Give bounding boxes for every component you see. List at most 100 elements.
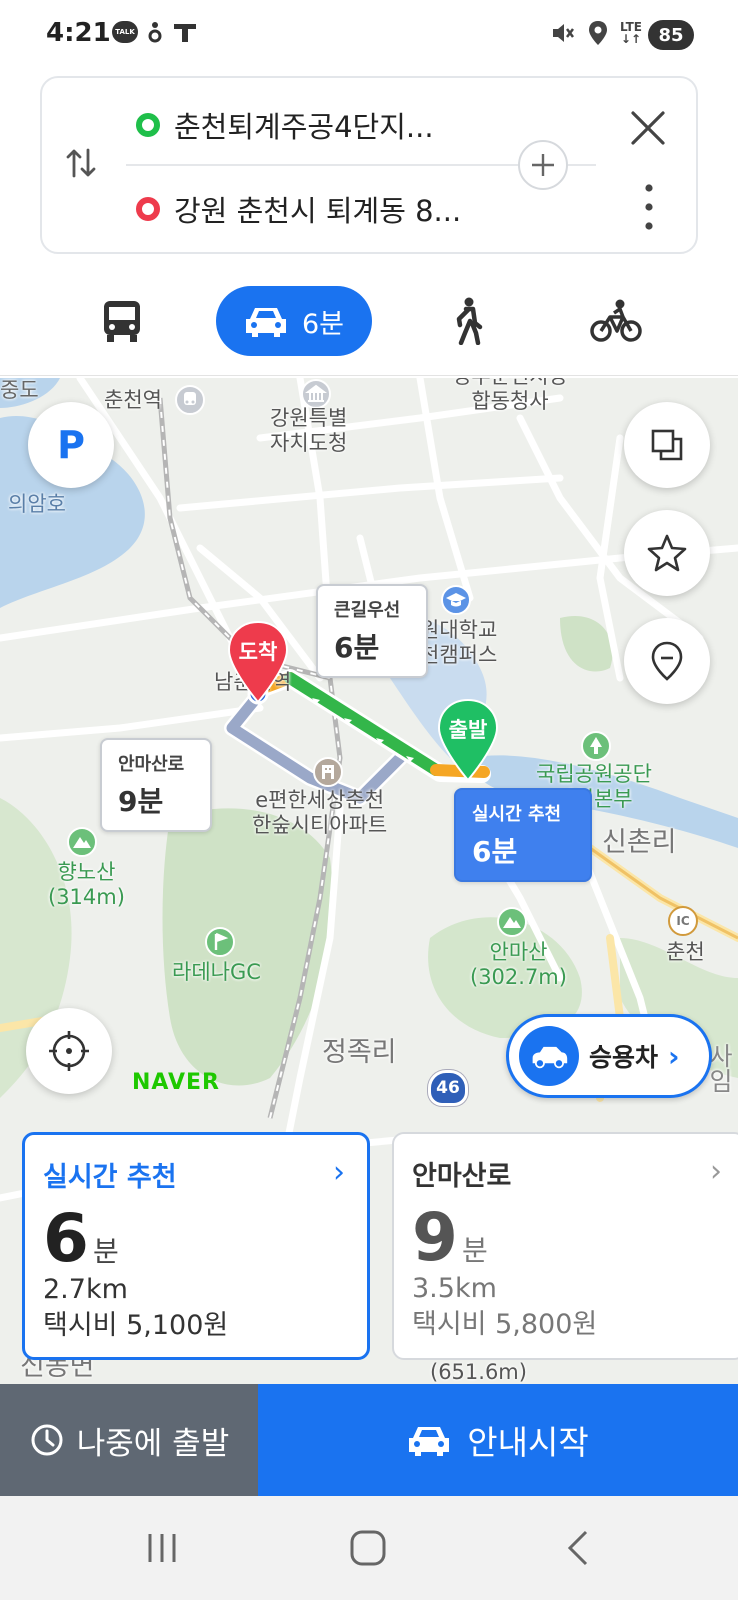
poi-chuncheon-station: 춘천역 [104,388,162,412]
route-option-duration-unit: 분 [92,1235,119,1268]
start-navigation-label: 안내시작 [467,1423,589,1462]
chevron-right-icon: › [333,1155,345,1190]
car-icon [245,308,286,337]
route-option-distance: 2.7km [43,1274,128,1305]
callout-realtime-time: 6분 [472,835,518,868]
status-time: 4:21 [46,18,111,48]
university-icon [441,585,471,615]
location-icon [588,21,607,45]
recents-icon [148,1534,176,1562]
home-icon [350,1530,386,1566]
callout-realtime[interactable]: 실시간 추천 6분 [454,788,592,882]
poi-sinchon: 신촌리 [602,827,677,858]
route-option-duration-value: 9 [412,1199,458,1276]
poi-uiam-lake: 의암호 [8,492,66,516]
lte-icon: LTE ↓↑ [619,20,642,46]
callout-anmasan-road-title: 안마산로 [118,754,185,775]
status-left-icons: TALK [112,20,198,44]
current-location-button[interactable] [26,1008,112,1094]
layers-button[interactable] [624,402,710,488]
callout-anmasan-road[interactable]: 안마산로 9분 [100,738,212,832]
destination-dot-icon [136,197,160,221]
tab-car[interactable]: 6분 [216,286,372,356]
add-waypoint-button[interactable] [518,140,568,190]
route-option-duration-unit: 분 [461,1234,488,1267]
golf-icon [205,927,235,957]
poi-anmasan: 안마산 (302.7m) [470,940,567,989]
route-option-duration: 6 분 [43,1206,349,1272]
departure-pin[interactable]: 출발 [436,698,500,782]
callout-anmasan-road-time: 9분 [118,785,164,818]
origin-field[interactable]: 춘천퇴계주공4단지... [136,104,434,146]
plus-icon [532,154,554,176]
callout-main-road[interactable]: 큰길우선 6분 [316,584,428,678]
parking-icon: P [57,423,85,467]
car-icon [409,1427,450,1456]
route-option-duration-value: 6 [43,1200,89,1277]
mute-icon [552,24,574,42]
route-option-distance: 3.5km [412,1273,497,1304]
battery-indicator: 85 [648,20,694,50]
route-option-taxi-fare: 택시비 5,100원 [43,1310,229,1341]
recents-button[interactable] [132,1522,192,1574]
arrival-pin-label: 도착 [238,640,278,664]
origin-dot-icon [136,113,160,137]
chevron-right-icon: › [710,1154,722,1189]
back-icon [567,1530,588,1566]
transport-mode-tabs: 6분 [0,272,738,376]
naver-logo: NAVER [132,1070,220,1095]
callout-main-road-title: 큰길우선 [334,600,401,621]
route-option-name: 안마산로 [412,1161,512,1192]
tab-bike[interactable] [586,286,646,356]
poi-govt-building: 정부춘천지방 합동청사 [452,378,568,413]
park-icon [581,731,611,761]
parking-button[interactable]: P [28,402,114,488]
clock-icon [31,1424,63,1456]
route-option-realtime[interactable]: 실시간 추천 › 6 분 2.7km 택시비 5,100원 [22,1132,370,1360]
arrival-pin[interactable]: 도착 [226,620,290,704]
route-option-name: 실시간 추천 [43,1162,177,1193]
origin-text: 춘천퇴계주공4단지... [174,110,434,144]
depart-later-label: 나중에 출발 [76,1425,230,1462]
home-button[interactable] [338,1522,398,1574]
apartment-icon [313,757,343,787]
tab-bus[interactable] [96,286,148,356]
poi-chuncheon-ic: 춘천 [666,940,705,964]
route-46-shield: 46 [428,1070,468,1106]
destination-text: 강원 춘천시 퇴계동 8... [174,194,462,228]
status-bar: 4:21 TALK LTE ↓↑ 85 [0,0,738,72]
route-option-taxi-fare: 택시비 5,800원 [412,1309,598,1340]
bike-icon [590,299,642,342]
mountain-icon [497,907,527,937]
star-icon [647,534,687,572]
poi-gangwon-office: 강원특별 자치도청 [270,406,348,455]
close-icon[interactable] [628,108,668,148]
route-option-anmasan[interactable]: 안마산로 › 9 분 3.5km 택시비 5,800원 [392,1132,738,1360]
chevron-right-icon: › [668,1039,680,1073]
ic-badge: IC [668,906,698,936]
tab-walk[interactable] [444,286,492,356]
route-option-duration: 9 분 [412,1205,726,1271]
vehicle-type-button[interactable]: 승용차 › [506,1014,712,1098]
bus-icon [104,301,140,342]
poi-jungdo: 중도 [0,378,39,402]
lte-label: LTE [619,20,642,34]
poi-apartment: e편한세상춘천 한숲시티아파트 [252,788,388,837]
more-options-icon[interactable] [634,182,664,232]
favorite-button[interactable] [624,510,710,596]
swap-icon[interactable] [64,146,98,180]
t-icon [174,24,196,42]
back-button[interactable] [548,1522,608,1574]
poi-jeongjok: 정족리 [322,1037,397,1068]
walk-icon [456,297,483,345]
place-marker-button[interactable] [624,618,710,704]
depart-later-button[interactable]: 나중에 출발 [0,1384,258,1496]
poi-peak-bottom: (651.6m) [430,1360,527,1384]
departure-pin-label: 출발 [448,718,488,742]
start-navigation-button[interactable]: 안내시작 [258,1384,738,1496]
destination-field[interactable]: 강원 춘천시 퇴계동 8... [136,188,461,230]
layers-icon [651,429,683,461]
mountain-icon [67,827,97,857]
crosshair-icon [49,1031,89,1071]
car-time-label: 6분 [301,308,345,340]
